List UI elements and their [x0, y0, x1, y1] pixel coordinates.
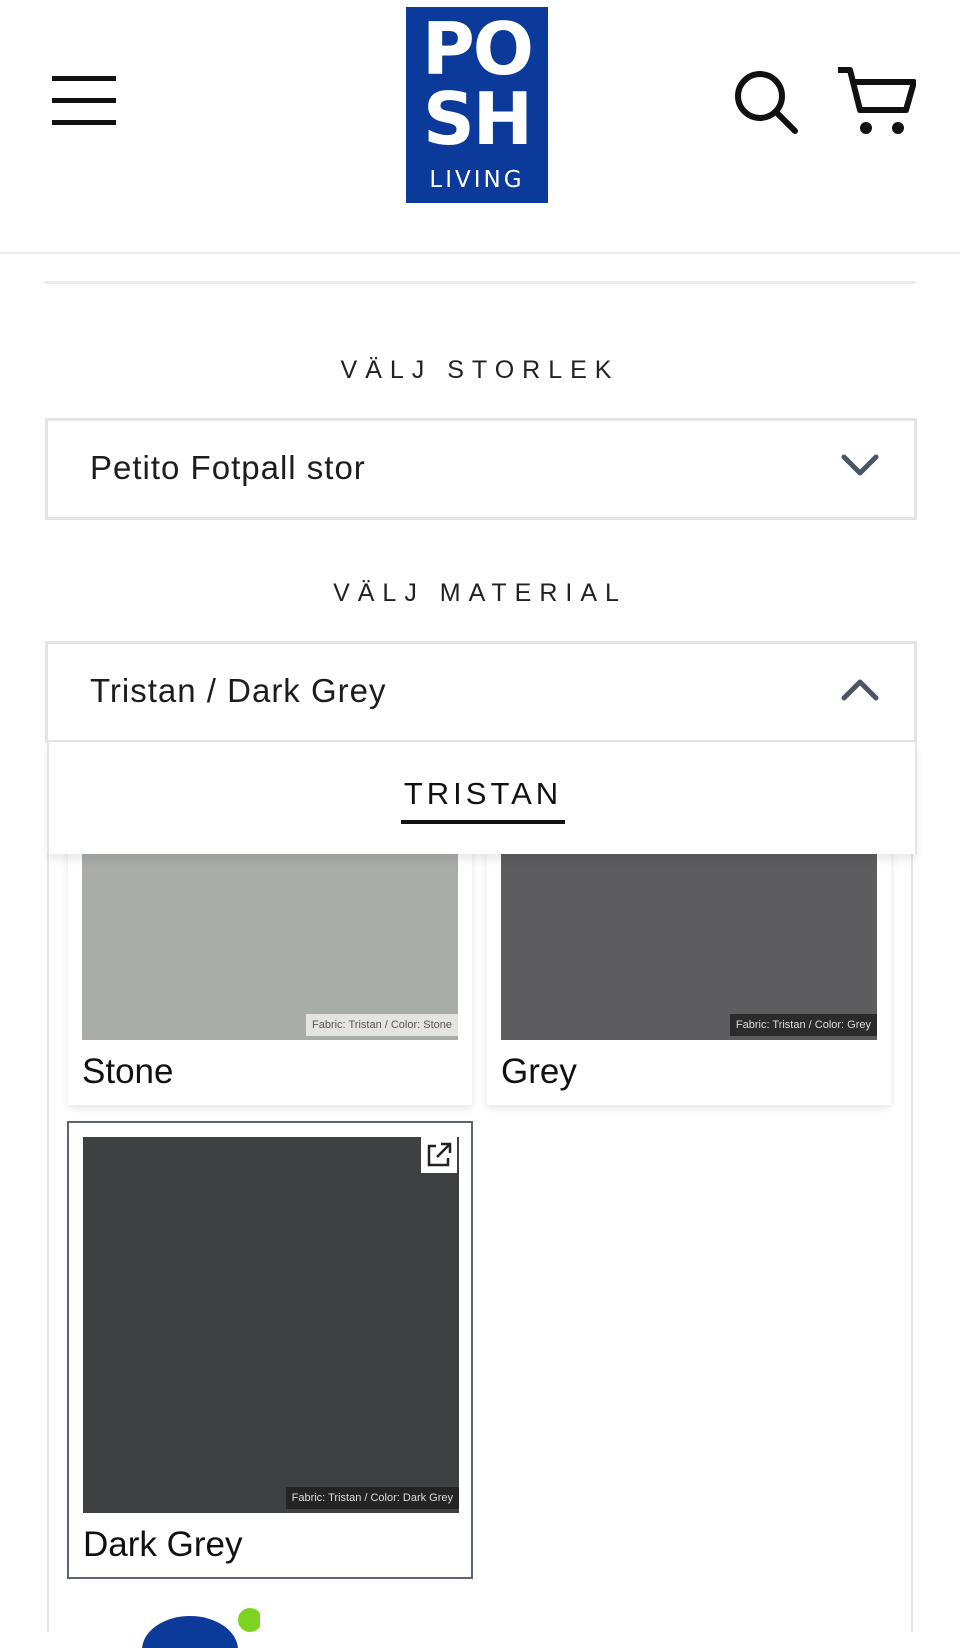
cart-icon[interactable]: [836, 66, 916, 138]
material-tabs: TRISTAN: [47, 742, 917, 854]
swatch-tag-grey: Fabric: Tristan / Color: Grey: [729, 1014, 877, 1036]
swatch-image-grey: Fabric: Tristan / Color: Grey: [501, 830, 877, 1040]
size-select[interactable]: Petito Fotpall stor: [45, 418, 917, 520]
logo-line-1: PO: [422, 7, 534, 91]
material-select-value: Tristan / Dark Grey: [90, 672, 387, 709]
logo-line-3: LIVING: [429, 167, 525, 193]
chevron-down-icon: [841, 454, 879, 476]
swatch-tag-stone: Fabric: Tristan / Color: Stone: [306, 1014, 458, 1036]
size-section-label: VÄLJ STORLEK: [340, 356, 620, 384]
chevron-up-icon: [841, 679, 879, 701]
swatch-card-stone[interactable]: Fabric: Tristan / Color: Stone Stone: [68, 830, 472, 1105]
section-divider: [45, 281, 915, 284]
active-tab-indicator: [401, 820, 565, 824]
posh-living-logo[interactable]: PO SH LIVING: [406, 7, 548, 203]
swatch-image-stone: Fabric: Tristan / Color: Stone: [82, 830, 458, 1040]
material-section-label: VÄLJ MATERIAL: [333, 579, 627, 607]
size-select-value: Petito Fotpall stor: [90, 449, 366, 486]
search-icon[interactable]: [732, 68, 800, 136]
external-link-icon[interactable]: [421, 1137, 457, 1173]
swatch-label-stone: Stone: [82, 1052, 174, 1091]
swatch-tag-dark-grey: Fabric: Tristan / Color: Dark Grey: [285, 1487, 459, 1509]
swatch-card-dark-grey[interactable]: Fabric: Tristan / Color: Dark Grey Dark …: [67, 1121, 473, 1579]
hamburger-icon[interactable]: [52, 76, 116, 126]
swatch-label-grey: Grey: [501, 1052, 577, 1091]
swatch-image-dark-grey: Fabric: Tristan / Color: Dark Grey: [83, 1137, 459, 1513]
site-header: PO SH LIVING: [0, 0, 960, 254]
chat-widget-icon[interactable]: [140, 1608, 260, 1648]
tab-tristan[interactable]: TRISTAN: [402, 776, 564, 816]
material-select[interactable]: Tristan / Dark Grey: [45, 641, 917, 743]
logo-line-2: SH: [422, 77, 533, 161]
swatch-card-grey[interactable]: Fabric: Tristan / Color: Grey Grey: [487, 830, 891, 1105]
swatch-label-dark-grey: Dark Grey: [83, 1525, 243, 1564]
